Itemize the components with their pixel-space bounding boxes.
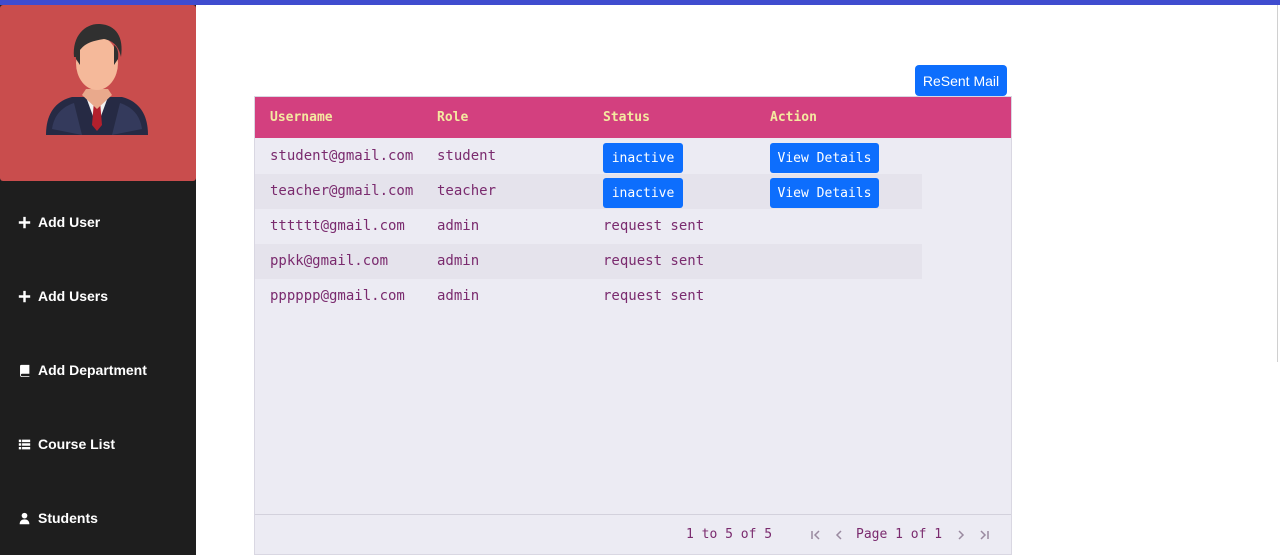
plus-icon <box>16 288 32 304</box>
username-cell: ppkk@gmail.com <box>270 253 389 269</box>
plus-icon <box>16 214 32 230</box>
role-cell: admin <box>437 288 480 304</box>
status-cell: request sent <box>603 253 705 269</box>
book-icon <box>16 362 32 378</box>
sidebar: Add User Add Users Add Department Course… <box>0 5 196 555</box>
table-row: teacher@gmail.com teacher inactive View … <box>255 174 922 209</box>
view-details-button[interactable]: View Details <box>770 178 879 208</box>
sidebar-item-label: Add User <box>38 214 101 230</box>
row-count-summary: 1 to 5 of 5 <box>686 527 773 542</box>
role-cell: admin <box>437 253 480 269</box>
view-details-button[interactable]: View Details <box>770 143 879 173</box>
sidebar-item-label: Course List <box>38 436 116 452</box>
sidebar-item-course-list[interactable]: Course List <box>16 432 115 456</box>
table-row: student@gmail.com student inactive View … <box>255 139 922 174</box>
sidebar-item-label: Students <box>38 510 98 526</box>
list-icon <box>16 436 32 452</box>
table-row: tttttt@gmail.com admin request sent <box>255 209 922 244</box>
column-header-status[interactable]: Status <box>603 97 650 138</box>
status-inactive-button[interactable]: inactive <box>603 178 683 208</box>
next-page-icon[interactable] <box>954 528 968 542</box>
username-cell: student@gmail.com <box>270 148 414 164</box>
panel-edge-divider <box>1277 5 1278 362</box>
column-header-action[interactable]: Action <box>770 97 817 138</box>
status-cell: request sent <box>603 218 705 234</box>
profile-panel <box>0 5 196 181</box>
column-header-username[interactable]: Username <box>270 97 333 138</box>
user-icon <box>16 510 32 526</box>
sidebar-item-label: Add Department <box>38 362 147 378</box>
previous-page-icon[interactable] <box>832 528 846 542</box>
role-cell: admin <box>437 218 480 234</box>
role-cell: student <box>437 148 497 164</box>
resend-mail-button[interactable]: ReSent Mail <box>915 65 1007 96</box>
sidebar-item-students[interactable]: Students <box>16 506 98 530</box>
username-cell: teacher@gmail.com <box>270 183 414 199</box>
role-cell: teacher <box>437 183 497 199</box>
first-page-icon[interactable] <box>809 528 823 542</box>
sidebar-item-add-department[interactable]: Add Department <box>16 358 147 382</box>
username-cell: pppppp@gmail.com <box>270 288 405 304</box>
sidebar-item-add-users[interactable]: Add Users <box>16 284 108 308</box>
page-indicator: Page 1 of 1 <box>856 527 943 542</box>
status-cell: request sent <box>603 288 705 304</box>
sidebar-item-label: Add Users <box>38 288 109 304</box>
sidebar-item-add-user[interactable]: Add User <box>16 210 100 234</box>
username-cell: tttttt@gmail.com <box>270 218 405 234</box>
column-header-role[interactable]: Role <box>437 97 468 138</box>
grid-header: Username Role Status Action <box>255 97 1011 138</box>
status-inactive-button[interactable]: inactive <box>603 143 683 173</box>
users-grid: Username Role Status Action student@gmai… <box>254 96 1012 555</box>
last-page-icon[interactable] <box>977 528 991 542</box>
pagination-bar: 1 to 5 of 5 Page 1 of 1 <box>255 514 1011 554</box>
user-avatar-icon <box>46 23 148 135</box>
table-row: pppppp@gmail.com admin request sent <box>255 279 922 314</box>
table-row: ppkk@gmail.com admin request sent <box>255 244 922 279</box>
